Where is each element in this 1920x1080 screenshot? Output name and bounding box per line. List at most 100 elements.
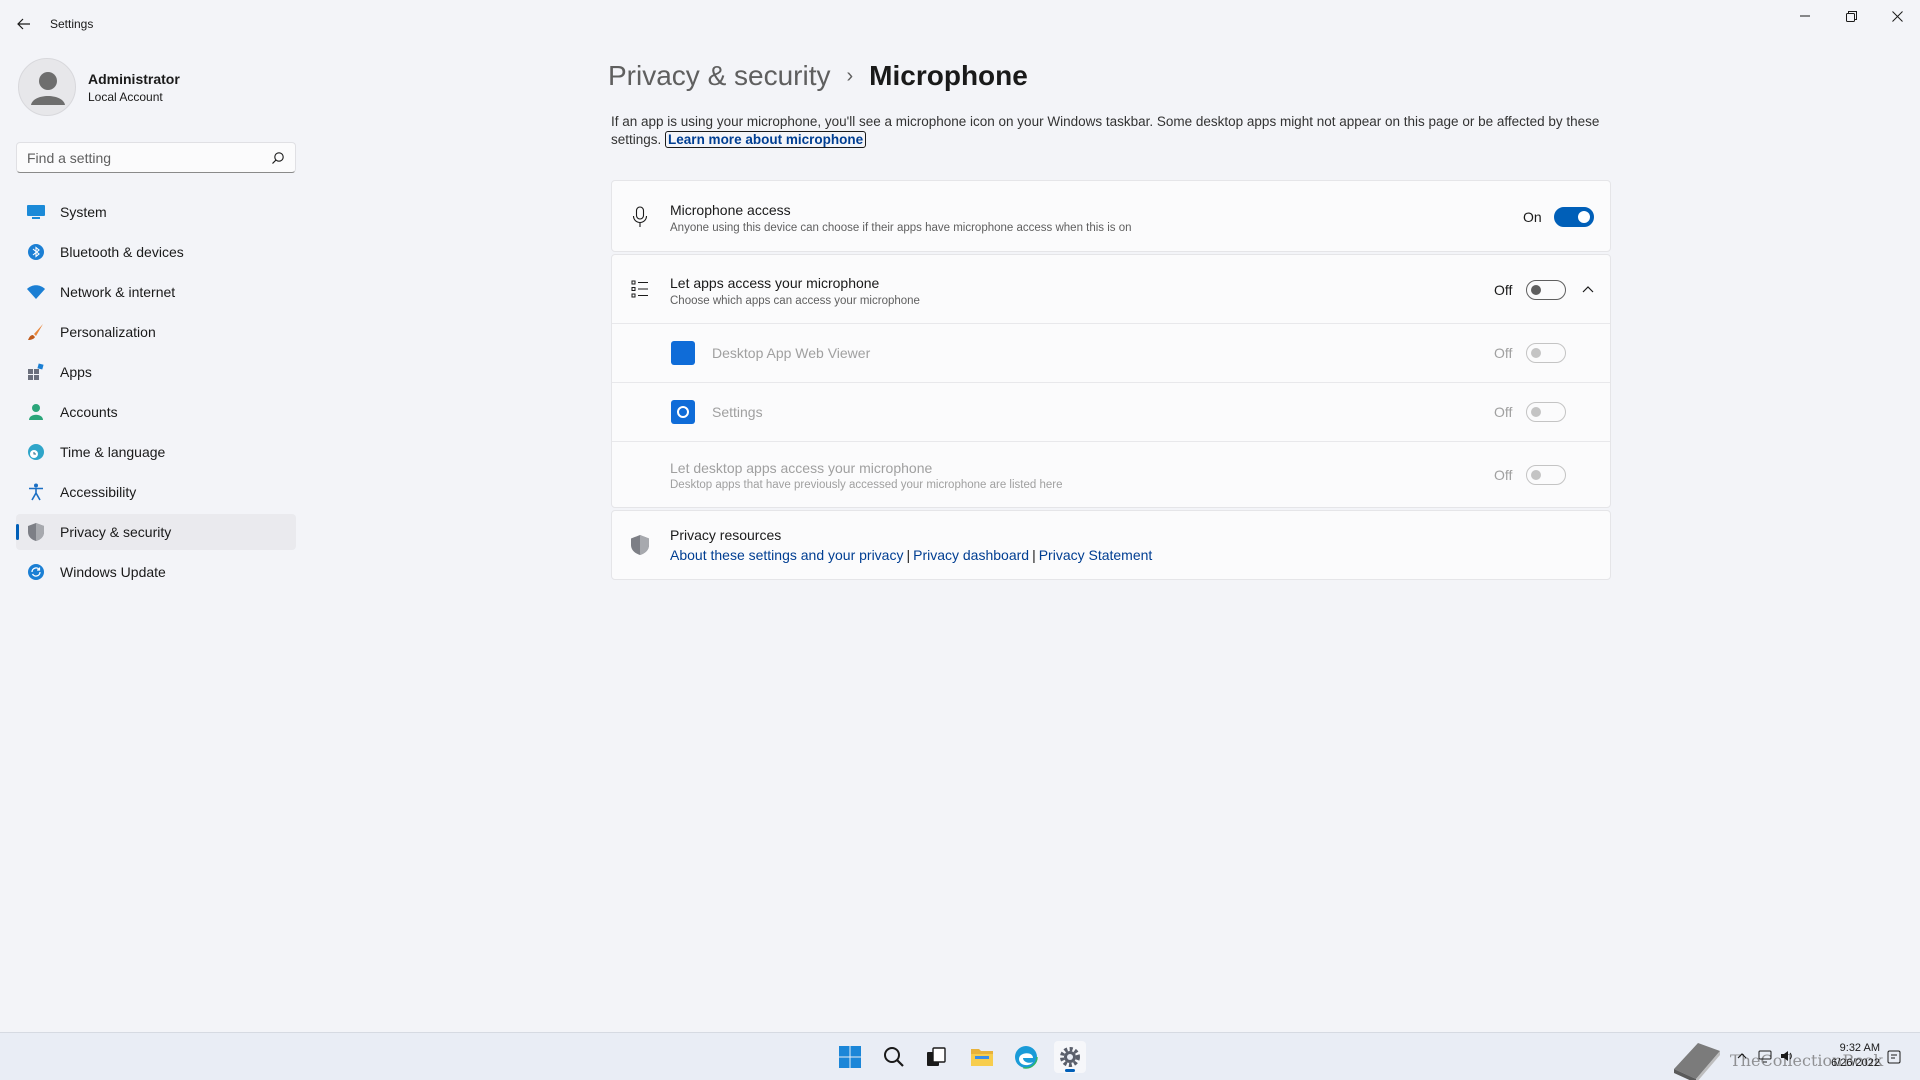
network-icon[interactable]	[1758, 1049, 1772, 1066]
sidebar-item-label: Bluetooth & devices	[60, 244, 184, 260]
sidebar-item-windows-update[interactable]: Windows Update	[16, 554, 296, 590]
app-title: Settings	[50, 17, 94, 31]
breadcrumb-parent-link[interactable]: Privacy & security	[608, 60, 831, 92]
accounts-icon	[26, 402, 46, 422]
windows-logo-icon	[839, 1046, 861, 1068]
settings-taskbar-button[interactable]	[1054, 1041, 1086, 1073]
about-settings-privacy-link[interactable]: About these settings and your privacy	[670, 547, 903, 563]
avatar	[18, 58, 76, 116]
link-separator: |	[906, 547, 911, 563]
privacy-statement-link[interactable]: Privacy Statement	[1039, 547, 1153, 563]
settings-gear-icon	[671, 400, 695, 424]
search-icon[interactable]	[271, 151, 285, 165]
back-button[interactable]	[10, 12, 38, 36]
desktop-apps-state: Off	[1494, 467, 1513, 483]
privacy-resources-links: About these settings and your privacy | Pr…	[670, 547, 1152, 563]
globe-clock-icon	[26, 442, 46, 462]
sidebar-item-personalization[interactable]: Personalization	[16, 314, 296, 350]
start-button[interactable]	[834, 1041, 866, 1073]
sidebar-item-label: Time & language	[60, 444, 166, 460]
desktop-app-web-viewer-toggle[interactable]	[1526, 343, 1566, 363]
breadcrumb: Privacy & security › Microphone	[608, 56, 1028, 96]
sidebar-item-accessibility[interactable]: Accessibility	[16, 474, 296, 510]
sidebar-item-label: Accessibility	[60, 484, 137, 500]
settings-app-toggle[interactable]	[1526, 402, 1566, 422]
search-input[interactable]	[17, 143, 267, 172]
user-name: Administrator	[88, 71, 180, 87]
edge-icon	[1014, 1045, 1038, 1069]
sidebar-item-time-language[interactable]: Time & language	[16, 434, 296, 470]
system-icon	[26, 202, 46, 222]
close-button[interactable]	[1874, 0, 1920, 32]
book-icon	[1674, 1043, 1720, 1080]
notification-icon[interactable]	[1886, 1049, 1902, 1068]
app-list-icon	[628, 277, 652, 301]
person-icon	[31, 72, 65, 105]
link-separator: |	[1032, 547, 1036, 563]
desktop-apps-toggle[interactable]	[1526, 465, 1566, 485]
chevron-up-icon[interactable]	[1580, 281, 1596, 297]
file-explorer-button[interactable]	[966, 1041, 998, 1073]
system-tray	[1736, 1033, 1794, 1080]
chevron-right-icon: ›	[846, 64, 854, 87]
sidebar-item-label: Network & internet	[60, 284, 176, 300]
wifi-icon	[26, 282, 46, 302]
app-name: Desktop App Web Viewer	[712, 345, 871, 361]
app-access-title: Let apps access your microphone	[670, 275, 880, 291]
taskbar-search-button[interactable]	[878, 1041, 910, 1073]
desktop-app-web-viewer-icon	[671, 341, 695, 365]
restore-button[interactable]	[1828, 0, 1874, 32]
sidebar-item-system[interactable]: System	[16, 194, 296, 230]
settings-window: Settings Administrator Local Account Sys…	[0, 0, 1920, 1032]
sidebar-item-label: Windows Update	[60, 564, 166, 580]
app-access-toggle[interactable]	[1526, 280, 1566, 300]
close-icon	[1891, 10, 1903, 22]
volume-icon[interactable]	[1780, 1049, 1794, 1066]
app-access-card: Let apps access your microphone Choose w…	[611, 254, 1611, 508]
restore-icon	[1845, 10, 1857, 22]
chevron-up-icon[interactable]	[1736, 1049, 1748, 1065]
bluetooth-icon	[26, 242, 46, 262]
desktop-apps-title: Let desktop apps access your microphone	[670, 460, 933, 476]
sidebar-item-apps[interactable]: Apps	[16, 354, 296, 390]
privacy-resources-title: Privacy resources	[670, 527, 782, 543]
user-profile[interactable]: Administrator Local Account	[18, 58, 298, 118]
app-name: Settings	[712, 404, 763, 420]
sidebar-nav: System Bluetooth & devices Network & int…	[16, 194, 296, 594]
active-indicator	[1065, 1069, 1075, 1072]
sidebar-item-label: Personalization	[60, 324, 156, 340]
minimize-button[interactable]	[1782, 0, 1828, 32]
task-view-icon	[927, 1047, 946, 1066]
learn-more-link[interactable]: Learn more about microphone	[665, 131, 867, 148]
user-account-type: Local Account	[88, 90, 163, 104]
sidebar-item-network[interactable]: Network & internet	[16, 274, 296, 310]
sidebar-item-accounts[interactable]: Accounts	[16, 394, 296, 430]
app-state: Off	[1494, 404, 1513, 420]
sidebar-item-label: System	[60, 204, 107, 220]
desktop-apps-access-row: Let desktop apps access your microphone …	[612, 442, 1610, 508]
intro-description: If an app is using your microphone, you'…	[611, 113, 1611, 149]
microphone-access-state: On	[1523, 209, 1542, 225]
microphone-access-toggle[interactable]	[1554, 207, 1594, 227]
title-bar: Settings	[0, 0, 1920, 48]
taskbar-clock[interactable]: 9:32 AM 6/26/2022	[1808, 1041, 1880, 1071]
app-row-desktop-app-web-viewer: Desktop App Web Viewer Off	[612, 324, 1610, 382]
search-box[interactable]	[16, 142, 296, 173]
clock-time: 9:32 AM	[1839, 1042, 1880, 1054]
sidebar-item-label: Apps	[60, 364, 92, 380]
privacy-dashboard-link[interactable]: Privacy dashboard	[913, 547, 1029, 563]
update-icon	[26, 562, 46, 582]
app-access-subtitle: Choose which apps can access your microp…	[670, 295, 920, 307]
shield-icon	[628, 533, 652, 557]
task-view-button[interactable]	[920, 1041, 952, 1073]
edge-browser-button[interactable]	[1010, 1041, 1042, 1073]
app-access-header-row[interactable]: Let apps access your microphone Choose w…	[612, 255, 1610, 323]
microphone-access-subtitle: Anyone using this device can choose if t…	[670, 222, 1132, 234]
desktop-apps-subtitle: Desktop apps that have previously access…	[670, 479, 1063, 491]
sidebar-item-privacy-security[interactable]: Privacy & security	[16, 514, 296, 550]
minimize-icon	[1800, 15, 1810, 17]
shield-icon	[26, 522, 46, 542]
taskbar: TheCollectionBook 9:32 AM 6/26/2022	[0, 1032, 1920, 1080]
sidebar-item-bluetooth[interactable]: Bluetooth & devices	[16, 234, 296, 270]
arrow-left-icon	[17, 18, 30, 30]
